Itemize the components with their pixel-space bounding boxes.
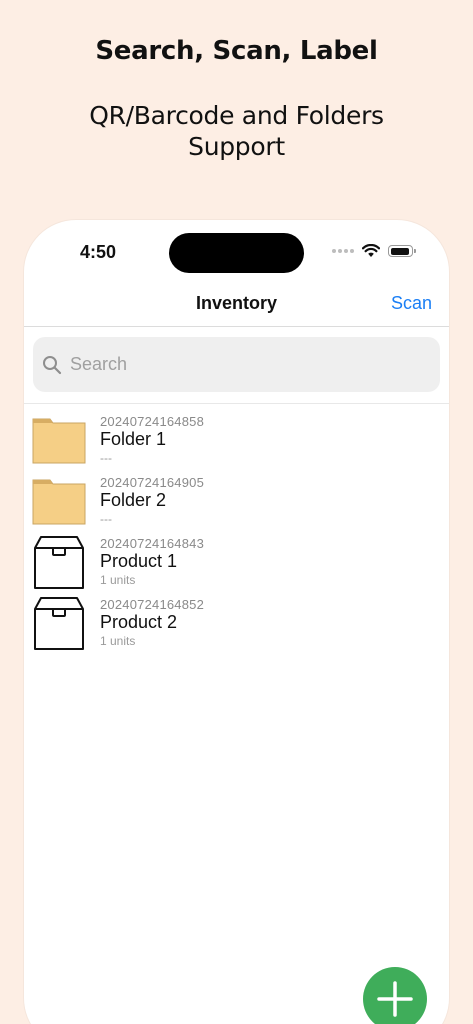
item-name: Folder 2 (100, 490, 167, 510)
search-input[interactable] (68, 353, 412, 376)
item-code: 20240724164843 (100, 536, 205, 551)
plus-icon (377, 981, 413, 1017)
scan-button[interactable]: Scan (391, 293, 432, 314)
item-subtitle: 1 units (100, 634, 136, 648)
item-code: 20240724164852 (100, 597, 205, 612)
item-subtitle: --- (100, 451, 112, 465)
list-item-folder-2[interactable]: 20240724164905 Folder 2 --- (24, 473, 449, 534)
nav-title: Inventory (195, 293, 278, 313)
list-divider (24, 403, 449, 404)
wifi-icon (362, 244, 380, 257)
promo-subline: QR/Barcode and Folders Support (89, 101, 384, 161)
box-icon (34, 536, 84, 589)
dynamic-island (169, 233, 304, 273)
item-subtitle: 1 units (100, 573, 136, 587)
search-bar[interactable] (33, 337, 440, 392)
battery-icon (388, 245, 416, 257)
list-item-folder-1[interactable]: 20240724164858 Folder 1 --- (24, 412, 449, 473)
item-subtitle: --- (100, 512, 112, 526)
status-indicators (332, 244, 416, 258)
search-icon (43, 355, 62, 374)
item-name: Product 2 (100, 612, 178, 632)
item-name: Folder 1 (100, 429, 167, 449)
inventory-list: 20240724164858 Folder 1 --- 202407241649… (24, 412, 449, 656)
item-name: Product 1 (100, 551, 178, 571)
item-code: 20240724164858 (100, 414, 205, 429)
add-item-button[interactable] (363, 967, 427, 1024)
box-icon (34, 597, 84, 650)
list-item-product-1[interactable]: 20240724164843 Product 1 1 units (24, 534, 449, 595)
nav-divider (24, 326, 449, 327)
folder-icon (32, 418, 86, 464)
cellular-signal-icon (332, 249, 354, 253)
phone-screen: 4:50 Inventory Scan Search 2024072416485… (24, 220, 449, 1024)
folder-icon (32, 479, 86, 525)
promo-headline: Search, Scan, Label (95, 36, 378, 66)
screenshot-page: Search, Scan, Label QR/Barcode and Folde… (0, 0, 473, 1024)
status-time: 4:50 (80, 242, 117, 262)
list-item-product-2[interactable]: 20240724164852 Product 2 1 units (24, 595, 449, 656)
item-code: 20240724164905 (100, 475, 205, 490)
